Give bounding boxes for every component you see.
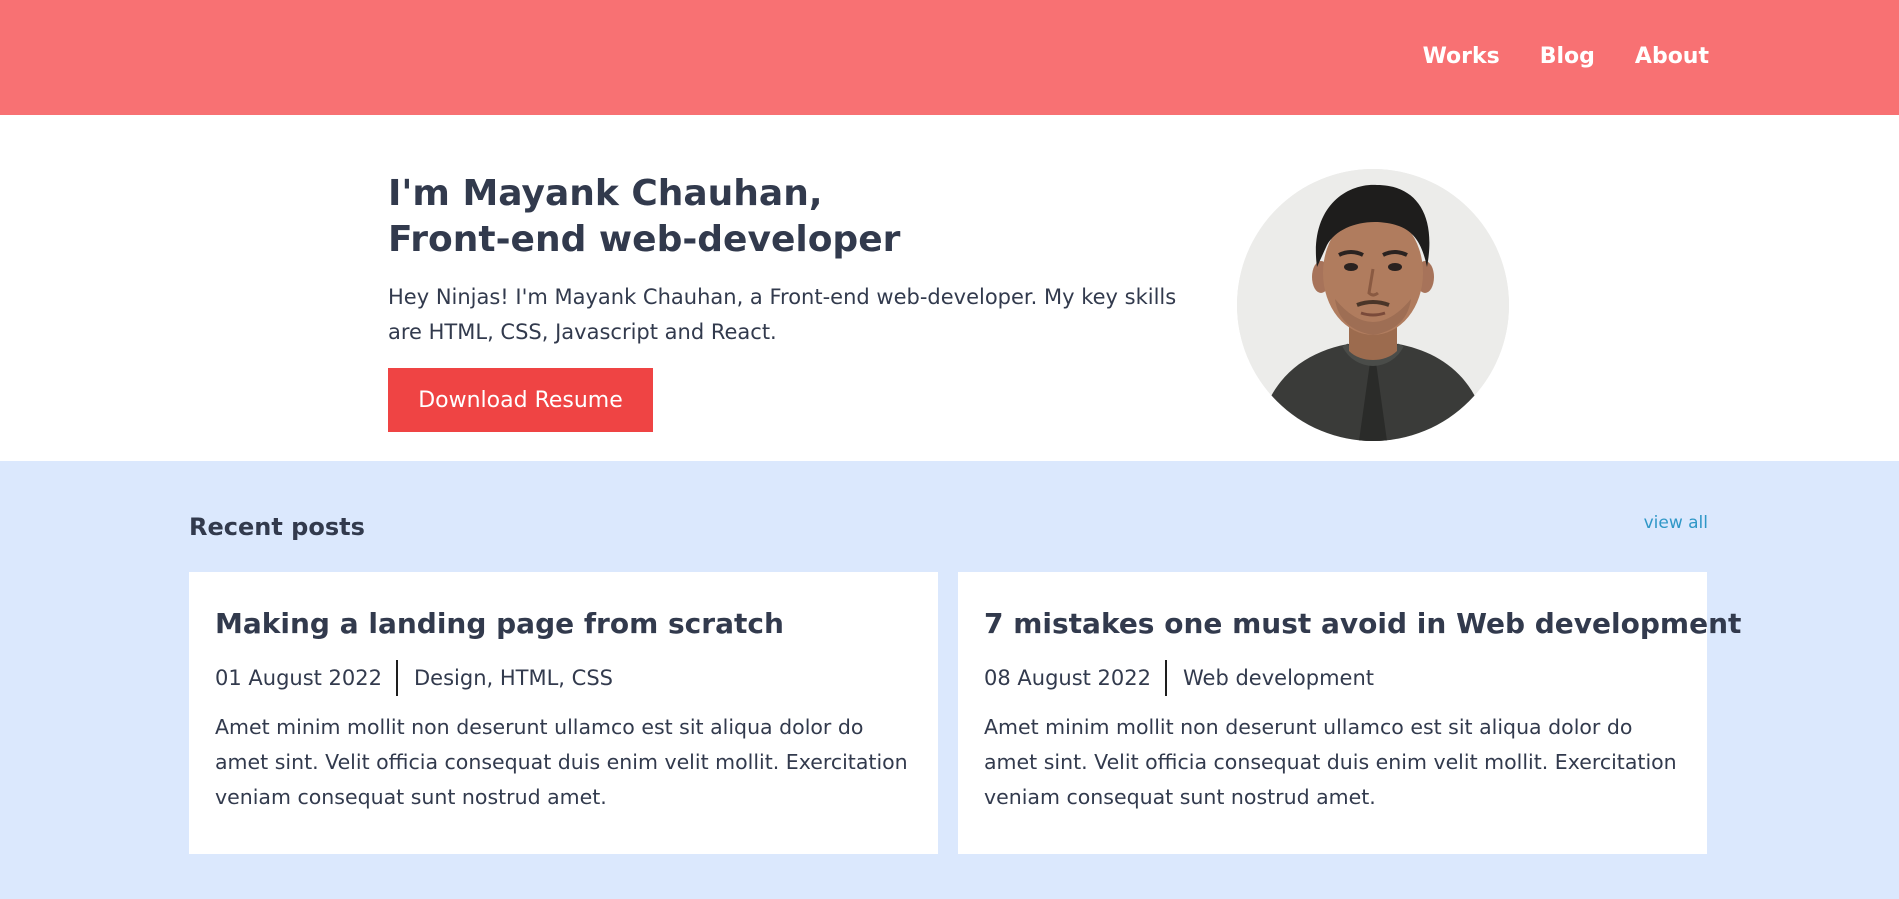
nav-blog-link[interactable]: Blog	[1540, 43, 1595, 71]
post-excerpt: Amet minim mollit non deserunt ullamco e…	[215, 715, 908, 809]
post-date: 08 August 2022	[984, 666, 1152, 690]
profile-photo	[1237, 169, 1509, 441]
post-date: 01 August 2022	[215, 666, 383, 690]
top-header: Works Blog About	[0, 0, 1899, 115]
download-resume-button[interactable]: Download Resume	[388, 368, 653, 432]
post-meta: 01 August 2022 Design, HTML, CSS	[215, 660, 913, 696]
avatar	[1237, 169, 1509, 441]
hero-section: I'm Mayank Chauhan, Front-end web-develo…	[0, 115, 1899, 461]
post-excerpt: Amet minim mollit non deserunt ullamco e…	[984, 715, 1677, 809]
view-all-link[interactable]: view all	[1644, 513, 1708, 533]
hero-title-line1: I'm Mayank Chauhan,	[388, 173, 823, 214]
post-tags: Design, HTML, CSS	[414, 666, 613, 690]
main-nav: Works Blog About	[1423, 43, 1709, 71]
post-card[interactable]: Making a landing page from scratch 01 Au…	[189, 572, 938, 854]
nav-about-link[interactable]: About	[1635, 43, 1709, 71]
recent-posts-heading: Recent posts	[189, 513, 365, 541]
post-title[interactable]: 7 mistakes one must avoid in Web develop…	[984, 606, 1741, 642]
hero-title-line2: Front-end web-developer	[388, 219, 901, 260]
post-tags: Web development	[1183, 666, 1375, 690]
recent-posts-section: Recent posts view all Making a landing p…	[0, 461, 1899, 899]
post-meta: 08 August 2022 Web development	[984, 660, 1682, 696]
nav-works-link[interactable]: Works	[1423, 43, 1500, 71]
post-title[interactable]: Making a landing page from scratch	[215, 606, 913, 642]
hero-title: I'm Mayank Chauhan, Front-end web-develo…	[388, 171, 900, 263]
post-card[interactable]: 7 mistakes one must avoid in Web develop…	[958, 572, 1741, 854]
hero-description: Hey Ninjas! I'm Mayank Chauhan, a Front-…	[388, 285, 1177, 344]
